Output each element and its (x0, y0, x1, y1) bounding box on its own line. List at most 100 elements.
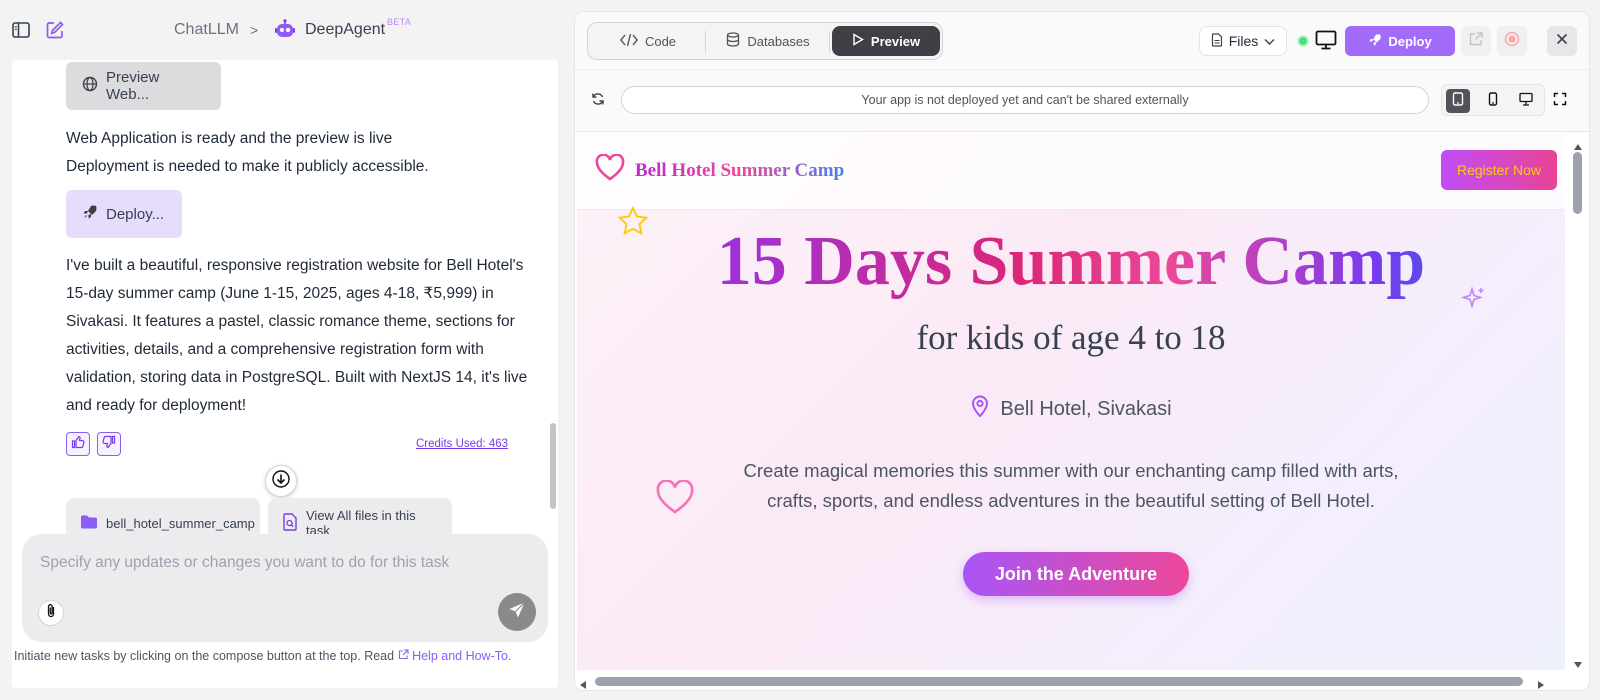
stop-record-icon (1504, 31, 1520, 52)
close-icon (1556, 32, 1568, 50)
thumbs-down-icon (102, 435, 116, 454)
help-hint: Initiate new tasks by clicking on the co… (14, 649, 511, 663)
hero-description: Create magical memories this summer with… (743, 460, 1399, 511)
device-tablet-button[interactable] (1446, 89, 1470, 113)
status-line-1: Web Application is ready and the preview… (66, 130, 393, 147)
address-bar: Your app is not deployed yet and can't b… (575, 70, 1589, 132)
monitor-icon[interactable] (1315, 30, 1337, 55)
compose-icon[interactable] (45, 20, 65, 40)
code-icon (620, 33, 638, 50)
hero-subtitle: for kids of age 4 to 18 (916, 318, 1226, 357)
device-presentation-button[interactable] (1514, 89, 1538, 113)
status-message: Web Application is ready and the preview… (66, 125, 546, 181)
panel-tabs: Code Databases Preview (587, 22, 943, 60)
mobile-icon (1488, 91, 1498, 111)
rocket-icon (1368, 33, 1382, 50)
site-preview: Bell Hotel Summer Camp Register Now 15 D… (577, 134, 1565, 670)
url-status-field: Your app is not deployed yet and can't b… (621, 86, 1429, 114)
chat-thread: Preview Web... Web Application is ready … (12, 60, 558, 688)
heart-icon (655, 479, 695, 521)
close-panel-button[interactable] (1547, 26, 1577, 56)
tab-divider (829, 31, 830, 53)
sidebar-toggle-icon[interactable] (11, 20, 31, 40)
tablet-icon (1452, 91, 1464, 111)
heart-icon (595, 153, 625, 187)
thumbs-down-button[interactable] (97, 432, 121, 456)
preview-web-label: Preview Web... (106, 69, 160, 103)
site-brand-name: Bell Hotel Summer Camp (635, 159, 845, 181)
refresh-icon[interactable] (591, 92, 605, 111)
chat-panel: ChatLLM > DeepAgent BETA Preview Web... … (0, 0, 560, 700)
external-link-icon (398, 649, 412, 663)
task-update-input[interactable] (40, 550, 520, 576)
help-link[interactable]: Help and How-To. (398, 649, 512, 663)
external-link-icon (1468, 31, 1484, 52)
arrow-down-icon (272, 469, 290, 493)
send-button[interactable] (498, 593, 536, 631)
folder-icon (80, 514, 98, 533)
hero-title: 15 Days Summer Camp (577, 222, 1565, 302)
preview-vertical-scrollbar[interactable] (1567, 134, 1589, 670)
play-icon (852, 33, 864, 49)
files-label: Files (1228, 33, 1259, 49)
tab-preview[interactable]: Preview (832, 26, 940, 56)
breadcrumb-deepagent[interactable]: DeepAgent (305, 21, 385, 39)
site-brand[interactable]: Bell Hotel Summer Camp (595, 153, 845, 187)
files-dropdown[interactable]: Files (1199, 26, 1287, 56)
deploy-label: Deploy (1388, 33, 1432, 49)
deploy-chip-label: Deploy... (106, 205, 165, 223)
attach-button[interactable] (38, 600, 64, 626)
status-line-2: Deployment is needed to make it publicly… (66, 158, 429, 175)
register-now-button[interactable]: Register Now (1441, 150, 1557, 190)
thumbs-up-icon (71, 435, 85, 454)
hero-location: Bell Hotel, Sivakasi (577, 394, 1565, 424)
chevron-down-icon (1264, 33, 1275, 49)
beta-badge: BETA (387, 17, 412, 27)
map-pin-icon (970, 394, 990, 424)
open-external-button[interactable] (1461, 26, 1491, 56)
summary-message: I've built a beautiful, responsive regis… (66, 257, 528, 414)
panel-toolbar: Code Databases Preview Files Deploy (575, 12, 1589, 70)
composer (22, 534, 548, 642)
stop-button[interactable] (1497, 26, 1527, 56)
horizontal-scroll-thumb[interactable] (595, 677, 1523, 686)
thumbs-up-button[interactable] (66, 432, 90, 456)
preview-horizontal-scrollbar[interactable] (575, 670, 1589, 690)
tab-preview-label: Preview (870, 33, 921, 49)
tab-databases[interactable]: Databases (708, 26, 828, 56)
tab-databases-label: Databases (747, 33, 810, 49)
scroll-to-bottom-button[interactable] (265, 465, 297, 497)
tab-code-label: Code (644, 33, 677, 49)
credits-used-link[interactable]: Credits Used: 463 (416, 438, 508, 450)
file-icon (1211, 32, 1223, 50)
hero-location-text: Bell Hotel, Sivakasi (1000, 397, 1172, 420)
deploy-chip[interactable]: Deploy... (66, 190, 182, 238)
tab-divider (705, 31, 706, 53)
breadcrumb-separator: > (250, 22, 259, 38)
status-indicator-dot (1297, 35, 1309, 47)
rocket-icon (82, 204, 98, 224)
paperclip-icon (45, 603, 57, 624)
send-icon (508, 601, 526, 624)
site-navbar: Bell Hotel Summer Camp Register Now (577, 134, 1565, 210)
breadcrumb-chatllm[interactable]: ChatLLM (174, 21, 239, 39)
hint-text: Initiate new tasks by clicking on the co… (14, 649, 395, 663)
scroll-left-arrow-icon[interactable] (579, 677, 587, 690)
database-icon (726, 32, 740, 50)
scroll-right-arrow-icon[interactable] (1537, 677, 1545, 690)
file-search-icon (282, 512, 298, 534)
project-folder-label: bell_hotel_summer_camp (106, 515, 255, 531)
deploy-button[interactable]: Deploy (1345, 26, 1455, 56)
vertical-scroll-thumb[interactable] (1573, 152, 1582, 214)
preview-web-chip[interactable]: Preview Web... (66, 62, 221, 110)
chat-scrollbar[interactable] (550, 423, 556, 509)
device-switcher (1441, 84, 1545, 116)
fullscreen-icon[interactable] (1553, 92, 1567, 111)
help-link-label: Help and How-To. (412, 649, 512, 663)
device-mobile-button[interactable] (1481, 89, 1505, 113)
preview-panel: Code Databases Preview Files Deploy Your… (574, 11, 1590, 691)
tab-code[interactable]: Code (592, 26, 704, 56)
robot-icon (275, 19, 295, 46)
join-adventure-button[interactable]: Join the Adventure (963, 552, 1189, 596)
globe-icon (82, 76, 98, 96)
